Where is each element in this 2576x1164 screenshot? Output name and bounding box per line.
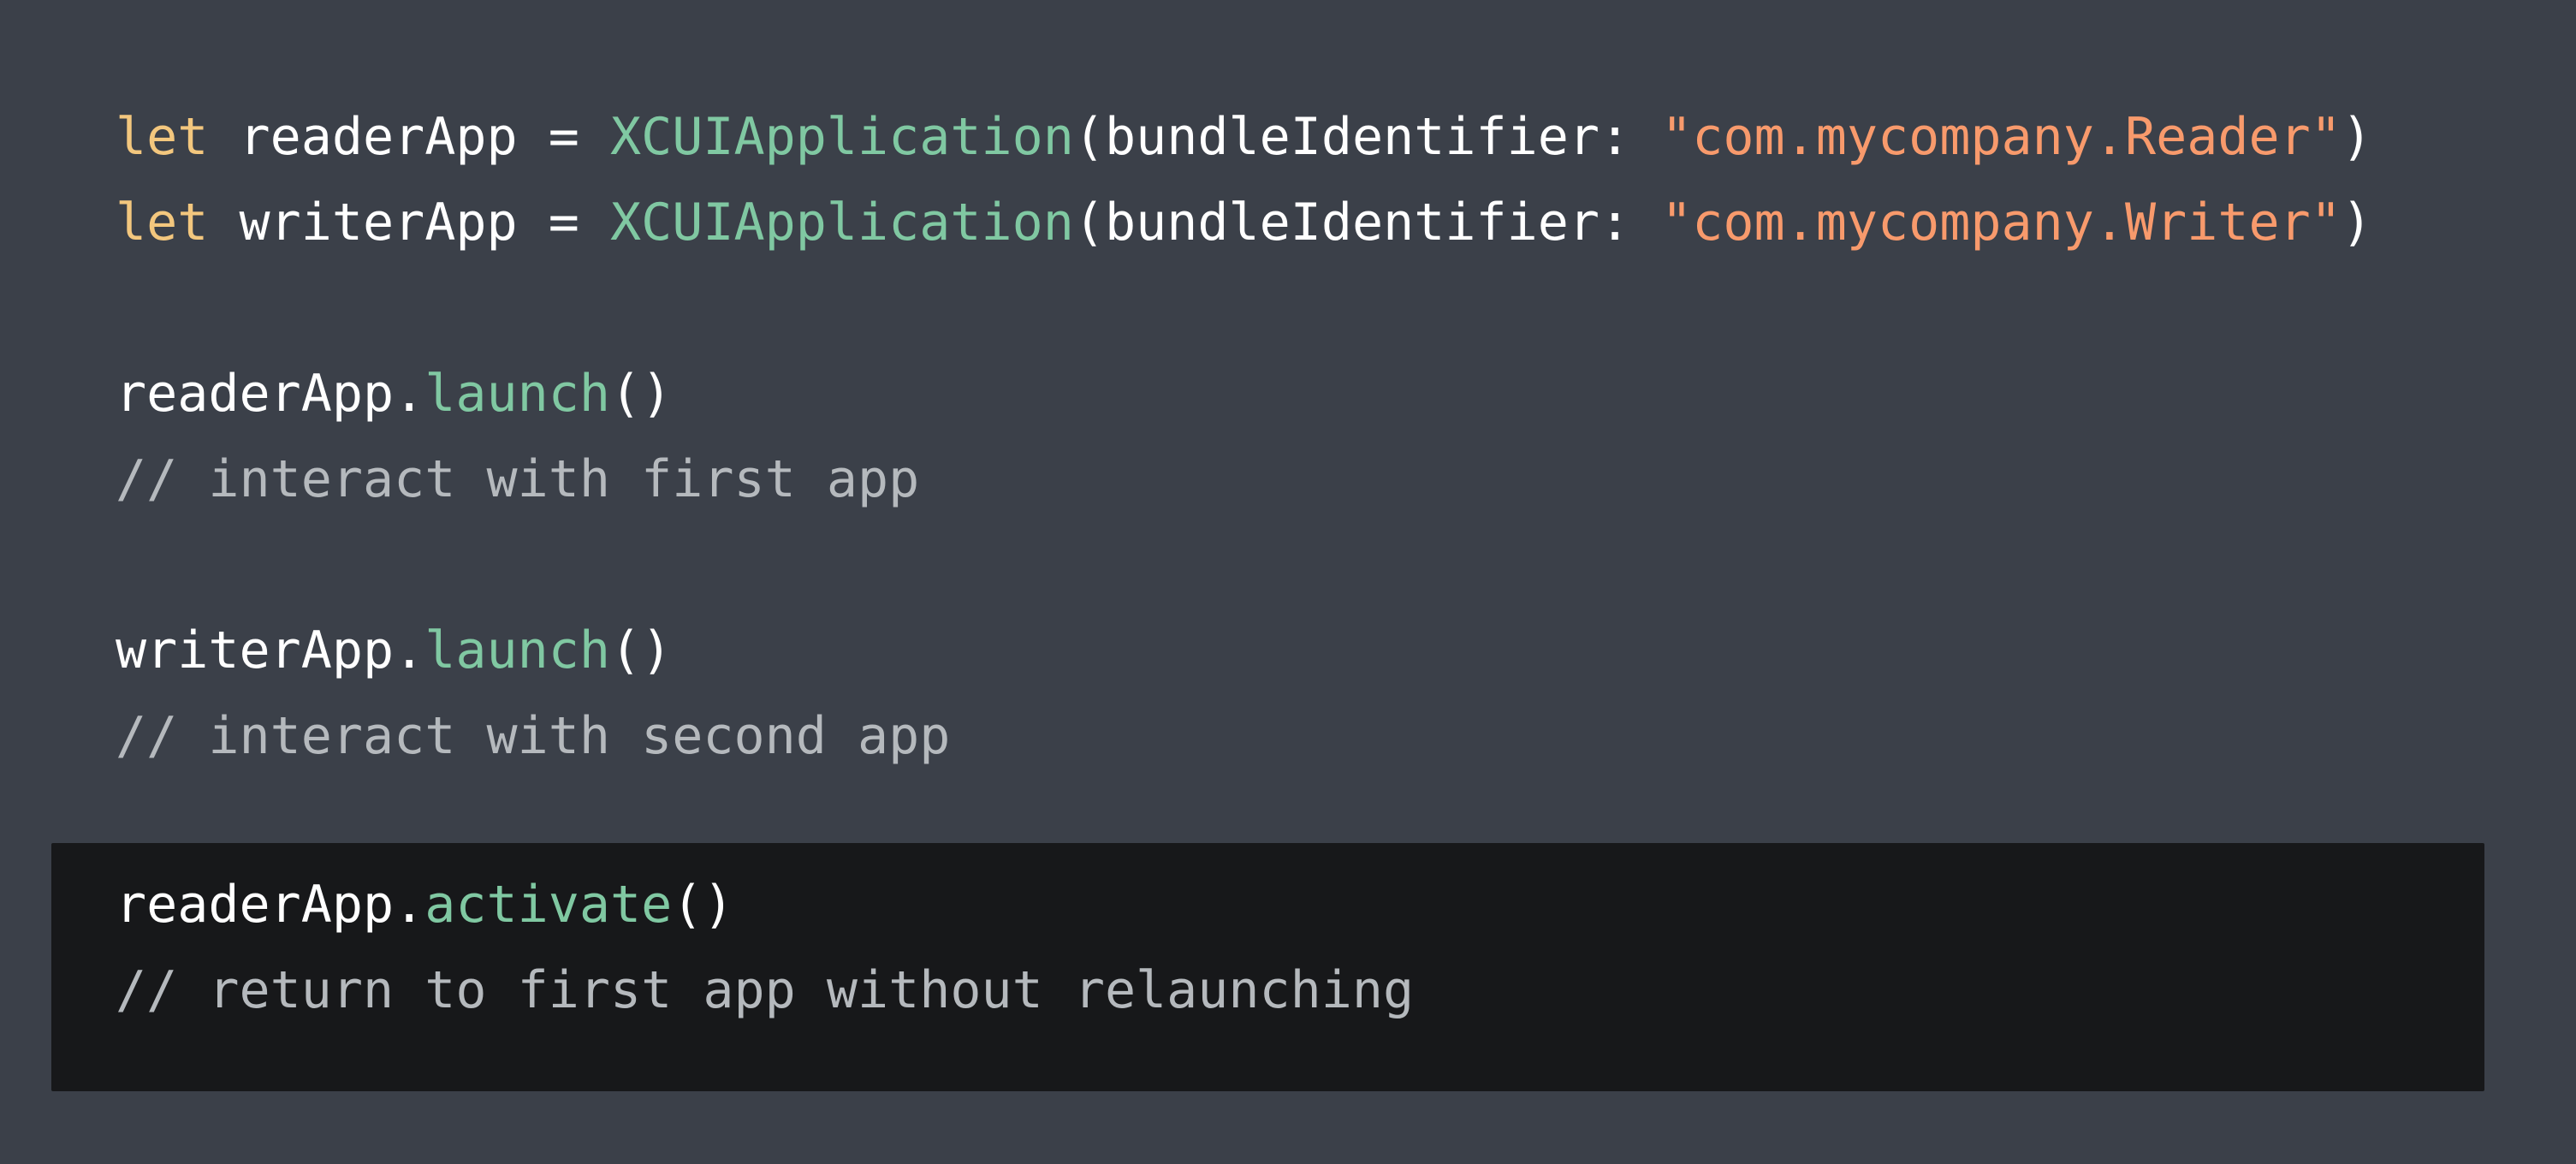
code-line-5: // interact with first app (0, 436, 2576, 522)
receiver-writerApp: writerApp. (116, 621, 425, 680)
code-listing: let readerApp = XCUIApplication(bundleId… (0, 0, 2576, 779)
code-line-blank-6 (0, 522, 2576, 608)
argument-label-bundleidentifier: bundleIdentifier: (1104, 193, 1662, 252)
variable-readerApp: readerApp (239, 107, 549, 167)
keyword-let: let (116, 107, 240, 167)
code-screenshot: let readerApp = XCUIApplication(bundleId… (0, 0, 2576, 1164)
close-paren: ) (2341, 107, 2373, 167)
method-launch: launch (424, 621, 610, 680)
receiver-readerApp: readerApp. (116, 875, 425, 935)
operator-equals: = (548, 107, 610, 167)
call-parens: () (672, 875, 734, 935)
comment-return-without-relaunch: // return to first app without relaunchi… (116, 960, 1415, 1020)
comment-interact-first-app: // interact with first app (116, 449, 920, 509)
type-xcuiapplication: XCUIApplication (609, 193, 1074, 252)
method-launch: launch (424, 364, 610, 424)
code-line-10: readerApp.activate() (0, 862, 2576, 947)
argument-label-bundleidentifier: bundleIdentifier: (1104, 107, 1662, 167)
code-line-4: readerApp.launch() (0, 351, 2576, 436)
close-paren: ) (2341, 193, 2373, 252)
open-paren: ( (1073, 193, 1105, 252)
call-parens: () (609, 364, 673, 424)
code-line-1: let readerApp = XCUIApplication(bundleId… (0, 94, 2576, 180)
open-paren: ( (1073, 107, 1105, 167)
comment-interact-second-app: // interact with second app (116, 706, 951, 766)
code-line-2: let writerApp = XCUIApplication(bundleId… (0, 180, 2576, 265)
variable-writerApp: writerApp (239, 193, 549, 252)
type-xcuiapplication: XCUIApplication (609, 107, 1074, 167)
code-line-11: // return to first app without relaunchi… (0, 947, 2576, 1033)
operator-equals: = (548, 193, 610, 252)
string-literal-reader-bundle-id: "com.mycompany.Reader" (1661, 107, 2342, 167)
keyword-let: let (116, 193, 240, 252)
highlighted-code-listing: readerApp.activate() // return to first … (0, 843, 2576, 1091)
call-parens: () (609, 621, 673, 680)
string-literal-writer-bundle-id: "com.mycompany.Writer" (1661, 193, 2342, 252)
code-line-8: // interact with second app (0, 693, 2576, 779)
code-line-blank-3 (0, 265, 2576, 351)
code-line-7: writerApp.launch() (0, 608, 2576, 693)
method-activate: activate (424, 875, 673, 935)
receiver-readerApp: readerApp. (116, 364, 425, 424)
